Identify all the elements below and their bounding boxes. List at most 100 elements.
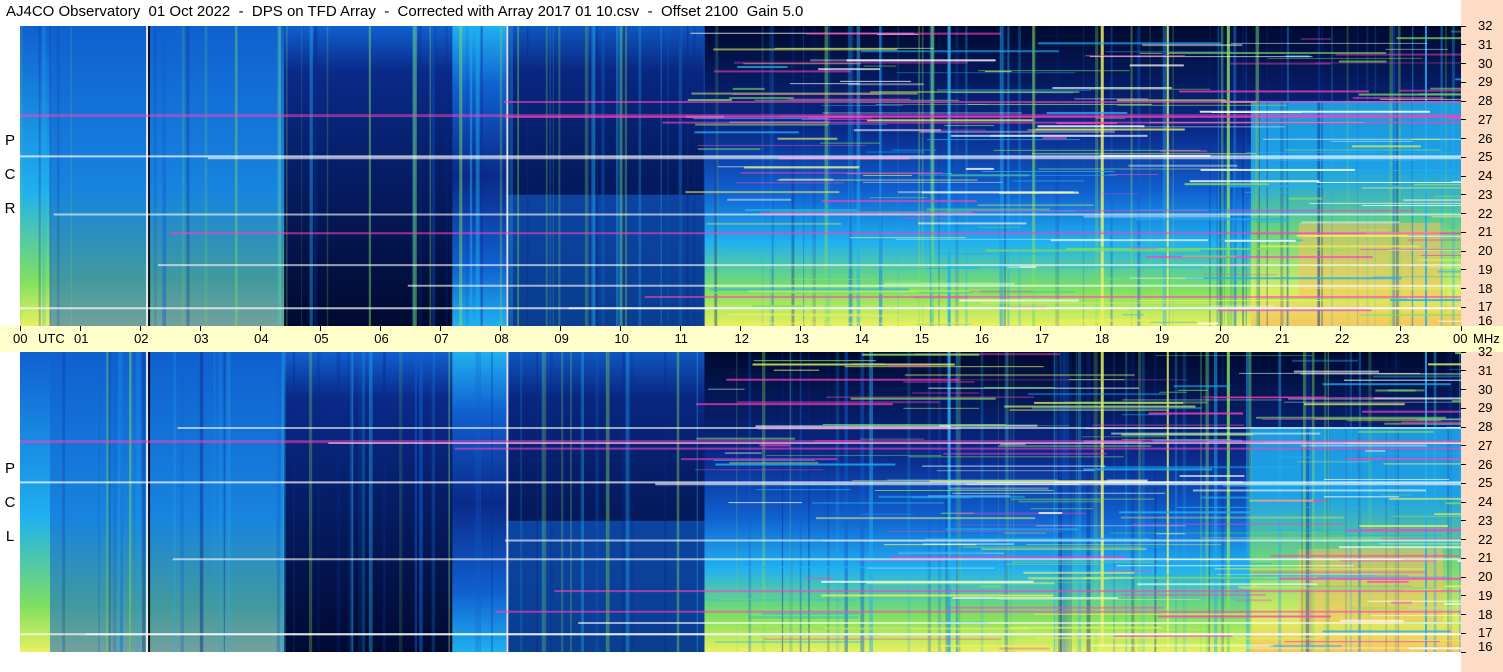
interference-line xyxy=(903,407,980,409)
noise-streak xyxy=(1440,26,1443,326)
time-tick-label: 17 xyxy=(1034,331,1050,346)
dark-vertical-line xyxy=(148,26,151,326)
interference-line xyxy=(766,267,927,269)
noise-streak xyxy=(480,26,483,326)
interference-line xyxy=(1035,128,1185,131)
noise-streak xyxy=(1255,26,1259,326)
interference-line xyxy=(752,305,805,308)
interference-line xyxy=(1390,299,1461,302)
interference-band xyxy=(644,296,1461,298)
noise-streak xyxy=(1172,26,1174,326)
noise-streak xyxy=(736,352,738,652)
lcp-freq-tick-mark xyxy=(1461,370,1466,372)
interference-line xyxy=(1135,563,1272,565)
interference-line xyxy=(1393,515,1461,517)
lcp-freq-tick-label: 16 xyxy=(1478,639,1493,654)
noise-streak xyxy=(552,26,554,326)
interference-line xyxy=(863,175,913,177)
interference-line xyxy=(1068,379,1125,381)
interference-line xyxy=(1159,391,1187,393)
noise-streak xyxy=(584,26,589,326)
interference-line xyxy=(1083,468,1213,471)
rcp-freq-tick-label: 18 xyxy=(1478,280,1493,296)
noise-streak xyxy=(431,352,434,652)
time-tick-label: 00 xyxy=(1453,331,1468,346)
interference-line xyxy=(875,103,987,105)
interference-line xyxy=(826,123,888,125)
interference-line xyxy=(1004,405,1196,408)
interference-line xyxy=(1353,288,1461,290)
interference-line xyxy=(1411,138,1440,140)
interference-line xyxy=(1184,183,1270,186)
rcp-freq-tick-mark xyxy=(1461,44,1466,46)
interference-line xyxy=(1028,393,1167,395)
interference-line xyxy=(1434,195,1461,198)
noise-streak xyxy=(223,352,225,652)
interference-line xyxy=(1269,645,1342,648)
interference-line xyxy=(1444,585,1461,588)
bright-vertical-line xyxy=(1226,26,1230,326)
noise-streak xyxy=(56,26,60,326)
lcp-freq-tick-label: 25 xyxy=(1478,475,1493,491)
noise-streak xyxy=(293,352,295,652)
interference-line xyxy=(1437,270,1461,273)
interference-line xyxy=(753,360,876,362)
interference-line xyxy=(848,425,1070,427)
noise-streak xyxy=(301,26,303,326)
interference-line xyxy=(1365,450,1386,453)
lcp-freq-tick-mark xyxy=(1461,482,1466,484)
bright-vertical-line xyxy=(1424,352,1427,652)
noise-streak xyxy=(1174,352,1178,652)
noise-streak xyxy=(1223,26,1225,326)
noise-streak xyxy=(433,352,435,652)
interference-line xyxy=(1235,599,1272,602)
time-tick-label: 22 xyxy=(1334,331,1350,346)
noise-streak xyxy=(70,26,72,326)
interference-line xyxy=(1417,258,1461,261)
rcp-spectrogram xyxy=(20,26,1461,326)
interference-line xyxy=(912,392,980,394)
interference-line xyxy=(1362,410,1461,413)
time-tick-label: 09 xyxy=(554,331,569,346)
time-tick-label: 18 xyxy=(1094,331,1110,346)
interference-line xyxy=(848,83,924,86)
noise-streak xyxy=(1349,352,1353,652)
noise-streak xyxy=(664,352,667,652)
interference-line xyxy=(1226,209,1415,212)
lcp-freq-tick-label: 27 xyxy=(1478,437,1493,453)
interference-line xyxy=(728,313,788,316)
noise-streak xyxy=(418,26,422,326)
noise-streak xyxy=(350,352,354,652)
bright-vertical-line xyxy=(146,352,149,652)
interference-band xyxy=(20,481,1461,484)
lcp-freq-tick-label: 17 xyxy=(1478,625,1493,641)
rcp-freq-tick-label: 29 xyxy=(1478,74,1493,90)
interference-line xyxy=(846,59,996,62)
interference-line xyxy=(1383,463,1461,465)
lcp-freq-tick-mark xyxy=(1461,595,1466,597)
interference-band xyxy=(505,539,1461,542)
noise-streak xyxy=(1445,26,1447,326)
noise-streak xyxy=(414,352,417,652)
interference-line xyxy=(862,181,1003,183)
noise-streak xyxy=(1449,352,1453,652)
noise-streak xyxy=(696,352,698,652)
interference-line xyxy=(1323,496,1399,498)
noise-streak xyxy=(227,352,231,652)
interference-band xyxy=(578,622,1461,624)
interference-line xyxy=(721,599,754,601)
noise-streak xyxy=(368,352,373,652)
lcp-freq-tick-label: 21 xyxy=(1478,550,1493,566)
interference-line xyxy=(1420,254,1461,256)
interference-line xyxy=(789,83,860,85)
interference-line xyxy=(1033,613,1247,615)
interference-line xyxy=(729,461,819,464)
interference-line xyxy=(805,577,834,579)
interference-line xyxy=(1214,568,1425,570)
noise-streak xyxy=(213,352,216,652)
noise-streak xyxy=(42,26,46,326)
noise-streak xyxy=(789,352,793,652)
interference-line xyxy=(918,222,1027,225)
interference-line xyxy=(727,247,786,249)
noise-streak xyxy=(382,352,386,652)
